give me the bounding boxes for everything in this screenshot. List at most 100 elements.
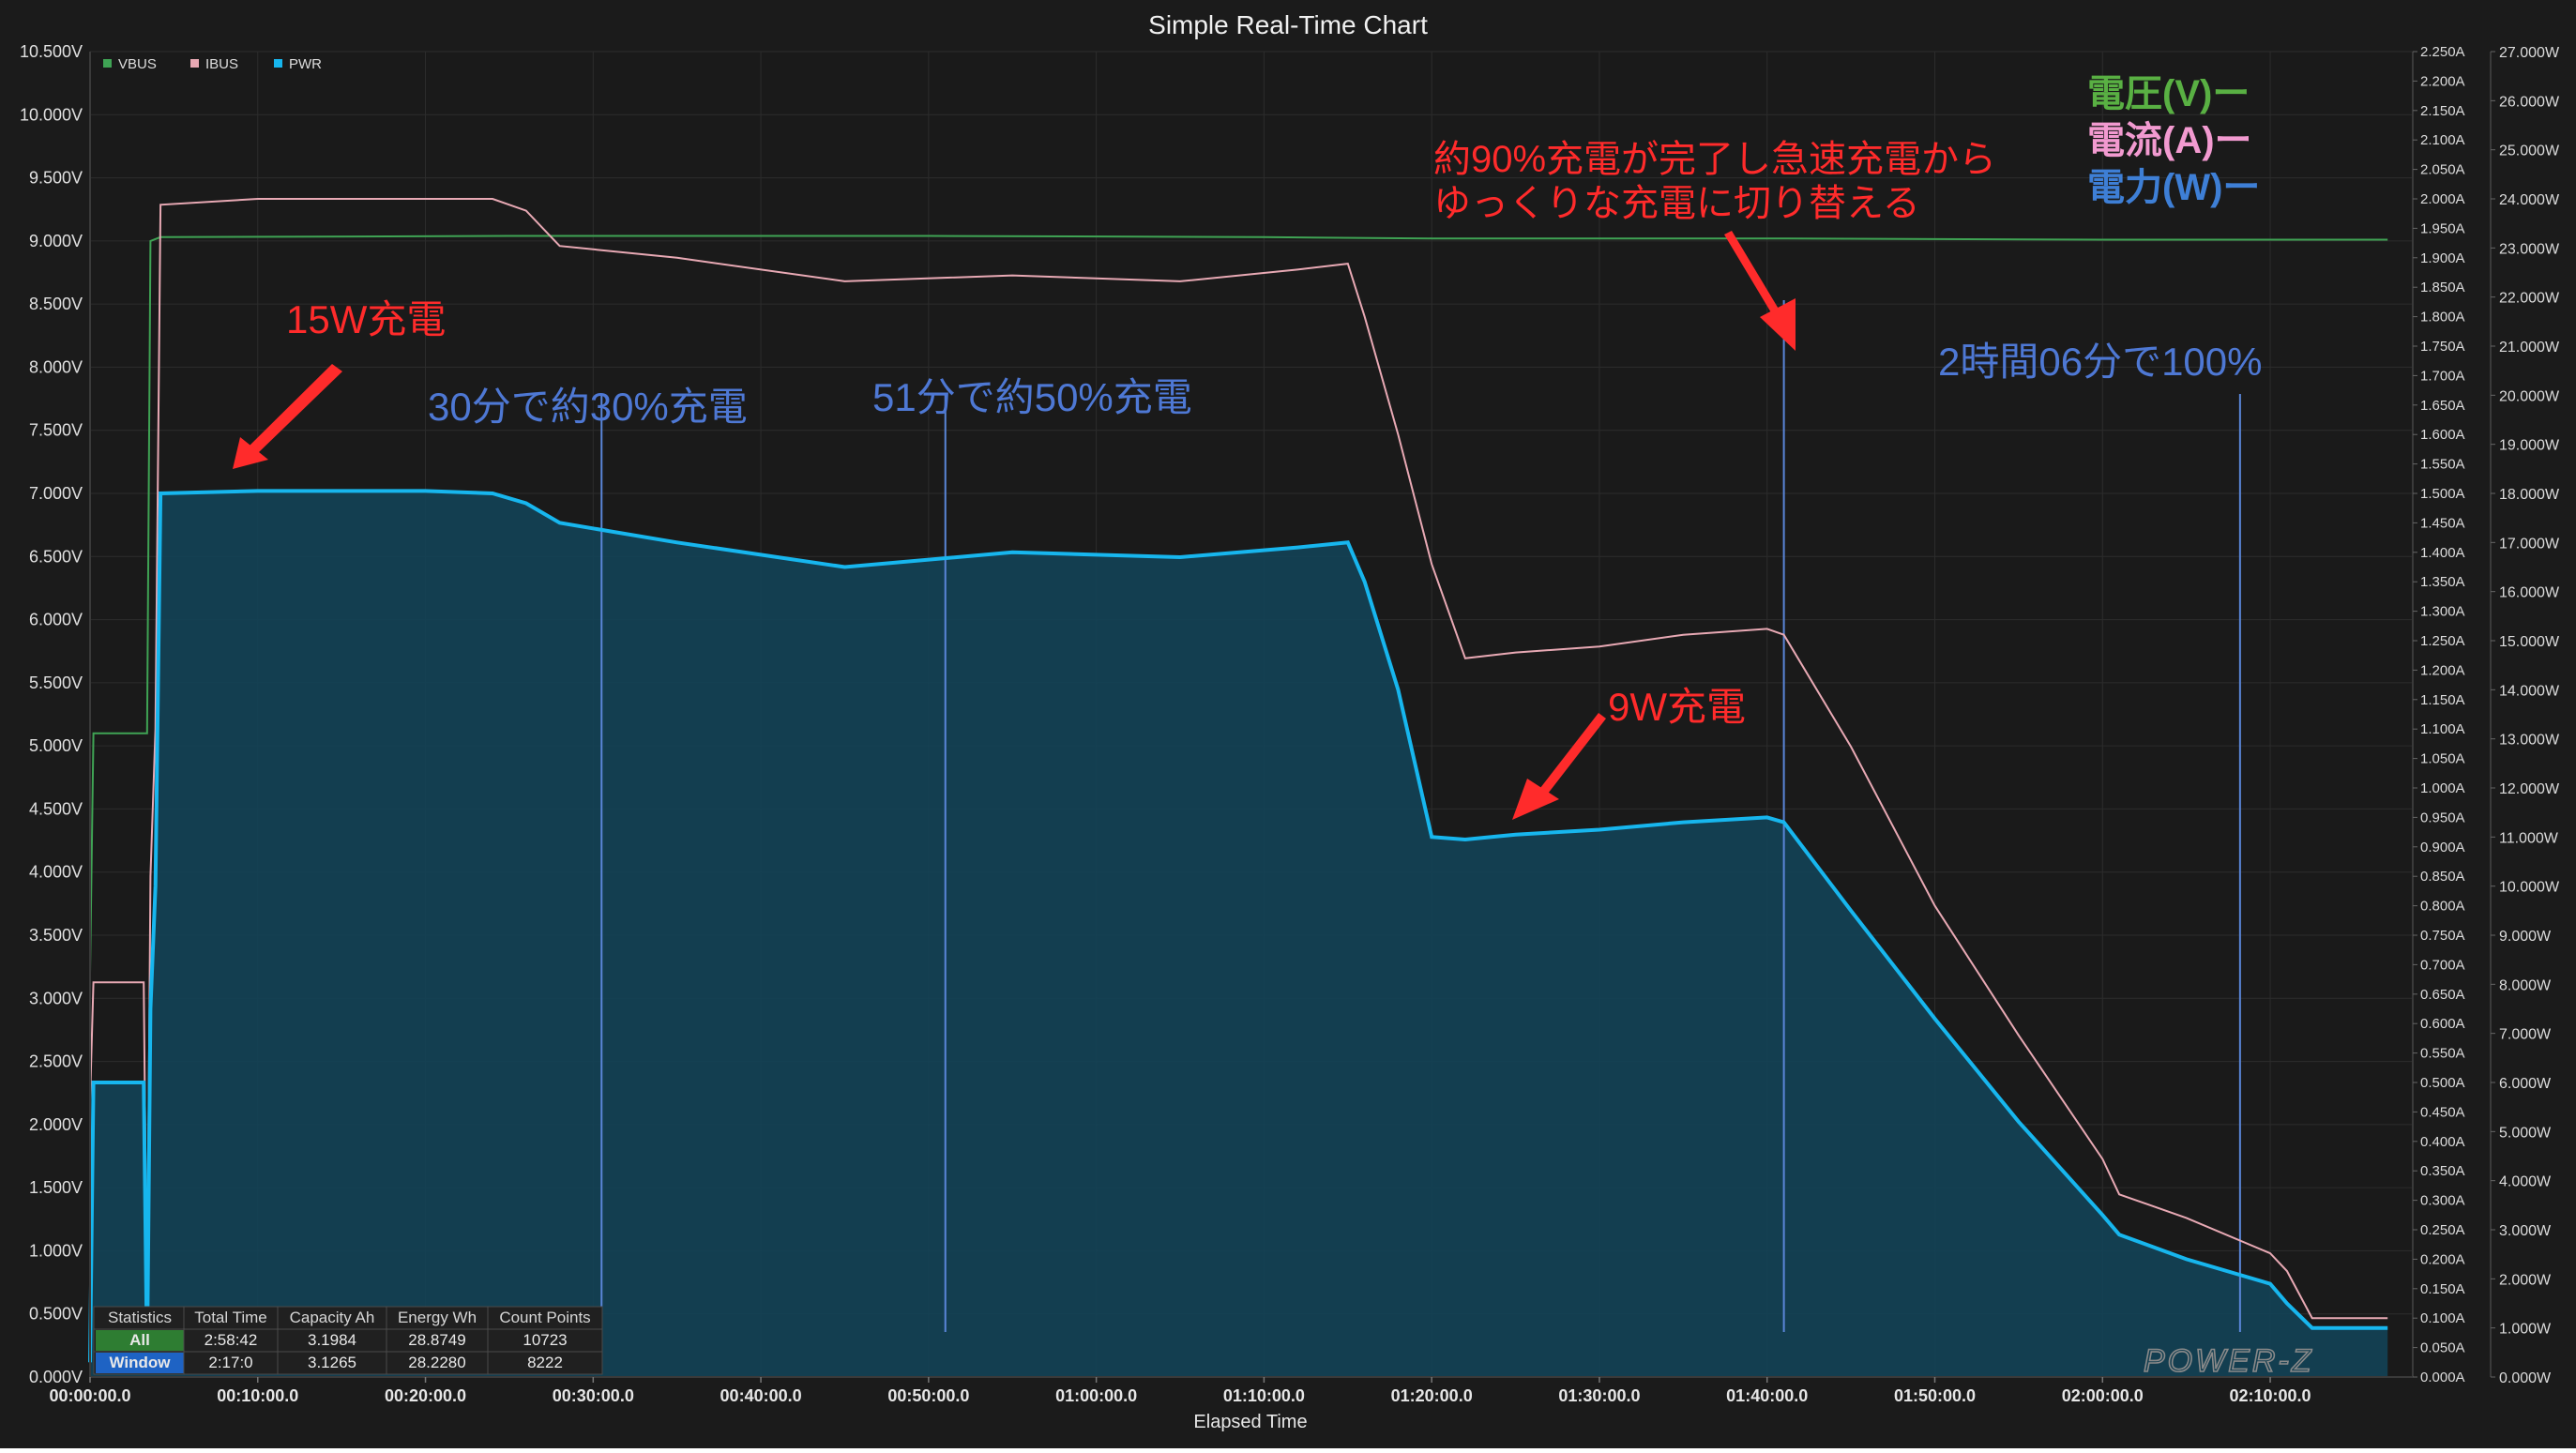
power-tick-label: 17.000W <box>2499 536 2560 552</box>
stats-header-cell: Capacity Ah <box>290 1309 375 1326</box>
statistics-table: Statistics Total Time Capacity Ah Energy Wh… <box>93 1306 603 1375</box>
power-tick-label: 18.000W <box>2499 487 2560 503</box>
power-tick-label: 13.000W <box>2499 733 2560 749</box>
stats-cell: 3.1984 <box>308 1331 356 1349</box>
legend: VBUS IBUS PWR <box>103 56 322 72</box>
left-tick-label: 4.000V <box>29 863 83 882</box>
power-tick-label: 23.000W <box>2499 241 2560 257</box>
left-tick-label: 6.500V <box>29 547 83 566</box>
power-tick-label: 21.000W <box>2499 340 2560 356</box>
left-tick-label: 7.500V <box>29 421 83 440</box>
current-tick-label: 0.000A <box>2420 1370 2465 1385</box>
x-tick-label: 01:10:00.0 <box>1223 1386 1305 1405</box>
power-tick-label: 19.000W <box>2499 438 2560 454</box>
current-tick-label: 1.500A <box>2420 486 2465 502</box>
power-tick-label: 14.000W <box>2499 683 2560 699</box>
current-tick-label: 2.100A <box>2420 132 2465 148</box>
current-tick-label: 1.850A <box>2420 280 2465 295</box>
x-tick-label: 02:10:00.0 <box>2230 1386 2311 1405</box>
current-tick-label: 2.250A <box>2420 44 2465 60</box>
power-tick-label: 1.000W <box>2499 1322 2552 1338</box>
watermark-logo: POWER-Z <box>2144 1343 2314 1379</box>
annotation-15w: 15W充電 <box>286 297 446 341</box>
current-tick-label: 2.050A <box>2420 162 2465 178</box>
left-tick-label: 1.500V <box>29 1178 83 1197</box>
power-tick-label: 25.000W <box>2499 144 2560 159</box>
legend-vbus-swatch <box>103 59 112 68</box>
power-tick-label: 2.000W <box>2499 1272 2552 1288</box>
x-tick-label: 01:40:00.0 <box>1726 1386 1808 1405</box>
stats-header-cell: Statistics <box>108 1309 172 1326</box>
left-tick-label: 0.000V <box>29 1368 83 1386</box>
left-tick-label: 0.500V <box>29 1305 83 1324</box>
x-tick-label: 00:20:00.0 <box>385 1386 466 1405</box>
left-tick-label: 10.000V <box>20 105 83 124</box>
current-tick-label: 0.750A <box>2420 928 2465 944</box>
current-tick-label: 0.600A <box>2420 1016 2465 1032</box>
power-tick-label: 4.000W <box>2499 1174 2552 1190</box>
jp-legend-voltage: 電圧(V)ー <box>2087 73 2250 114</box>
current-tick-label: 0.900A <box>2420 840 2465 855</box>
annotation-51min: 51分で約50%充電 <box>872 375 1192 419</box>
current-tick-label: 1.300A <box>2420 604 2465 620</box>
stats-header-cell: Count Points <box>499 1309 590 1326</box>
left-tick-label: 7.000V <box>29 484 83 503</box>
current-tick-label: 1.600A <box>2420 427 2465 443</box>
annotation-switch-line2: ゆっくりな充電に切り替える <box>1433 183 1920 224</box>
x-tick-label: 00:50:00.0 <box>887 1386 969 1405</box>
current-tick-label: 0.250A <box>2420 1222 2465 1238</box>
current-tick-label: 1.700A <box>2420 368 2465 384</box>
stats-cell: 28.8749 <box>408 1331 465 1349</box>
current-tick-label: 1.650A <box>2420 398 2465 414</box>
chart-title: Simple Real-Time Chart <box>1148 10 1428 39</box>
power-tick-label: 26.000W <box>2499 94 2560 110</box>
current-tick-label: 2.200A <box>2420 73 2465 89</box>
legend-pwr-swatch <box>274 59 282 68</box>
stats-cell: Window <box>110 1354 172 1371</box>
stats-cell: 3.1265 <box>308 1354 356 1371</box>
left-tick-label: 8.500V <box>29 295 83 313</box>
x-tick-label: 01:30:00.0 <box>1558 1386 1640 1405</box>
left-tick-label: 1.000V <box>29 1241 83 1260</box>
power-tick-label: 5.000W <box>2499 1125 2552 1141</box>
left-tick-label: 5.500V <box>29 674 83 692</box>
current-tick-label: 0.550A <box>2420 1046 2465 1062</box>
power-tick-label: 10.000W <box>2499 880 2560 896</box>
x-axis-title: Elapsed Time <box>1193 1412 1307 1432</box>
current-tick-label: 0.500A <box>2420 1075 2465 1091</box>
current-tick-label: 2.150A <box>2420 103 2465 119</box>
jp-legend-current: 電流(A)ー <box>2087 120 2252 161</box>
left-tick-label: 3.500V <box>29 926 83 945</box>
current-tick-label: 1.900A <box>2420 250 2465 266</box>
x-tick-label: 00:10:00.0 <box>217 1386 298 1405</box>
power-tick-label: 24.000W <box>2499 192 2560 208</box>
left-tick-label: 9.000V <box>29 232 83 250</box>
annotation-switch-line1: 約90%充電が完了し急速充電から <box>1433 139 1996 180</box>
x-tick-label: 02:00:00.0 <box>2062 1386 2144 1405</box>
current-tick-label: 1.250A <box>2420 633 2465 649</box>
current-tick-label: 0.100A <box>2420 1310 2465 1326</box>
left-tick-label: 2.500V <box>29 1052 83 1071</box>
current-tick-label: 1.150A <box>2420 692 2465 708</box>
current-tick-label: 0.150A <box>2420 1281 2465 1297</box>
stats-cell: 2:58:42 <box>205 1331 258 1349</box>
current-tick-label: 0.950A <box>2420 810 2465 825</box>
current-tick-label: 0.050A <box>2420 1340 2465 1356</box>
stats-header-cell: Total Time <box>194 1309 266 1326</box>
current-tick-label: 1.350A <box>2420 574 2465 590</box>
current-tick-label: 0.700A <box>2420 957 2465 973</box>
power-tick-label: 11.000W <box>2499 830 2559 846</box>
power-tick-label: 6.000W <box>2499 1076 2552 1092</box>
x-tick-label: 00:40:00.0 <box>720 1386 802 1405</box>
left-tick-label: 8.000V <box>29 357 83 376</box>
left-tick-label: 6.000V <box>29 611 83 629</box>
current-tick-label: 1.750A <box>2420 339 2465 355</box>
current-tick-label: 0.350A <box>2420 1163 2465 1179</box>
left-tick-label: 5.000V <box>29 736 83 755</box>
power-tick-label: 16.000W <box>2499 585 2560 601</box>
current-tick-label: 1.400A <box>2420 545 2465 561</box>
jp-legend-power: 電力(W)ー <box>2087 167 2260 208</box>
current-tick-label: 0.800A <box>2420 899 2465 915</box>
x-tick-label: 01:00:00.0 <box>1055 1386 1137 1405</box>
chart-svg: 0.000V 0.500V 1.000V 1.500V 2.000V 2.500V 3.00… <box>0 0 2576 1448</box>
